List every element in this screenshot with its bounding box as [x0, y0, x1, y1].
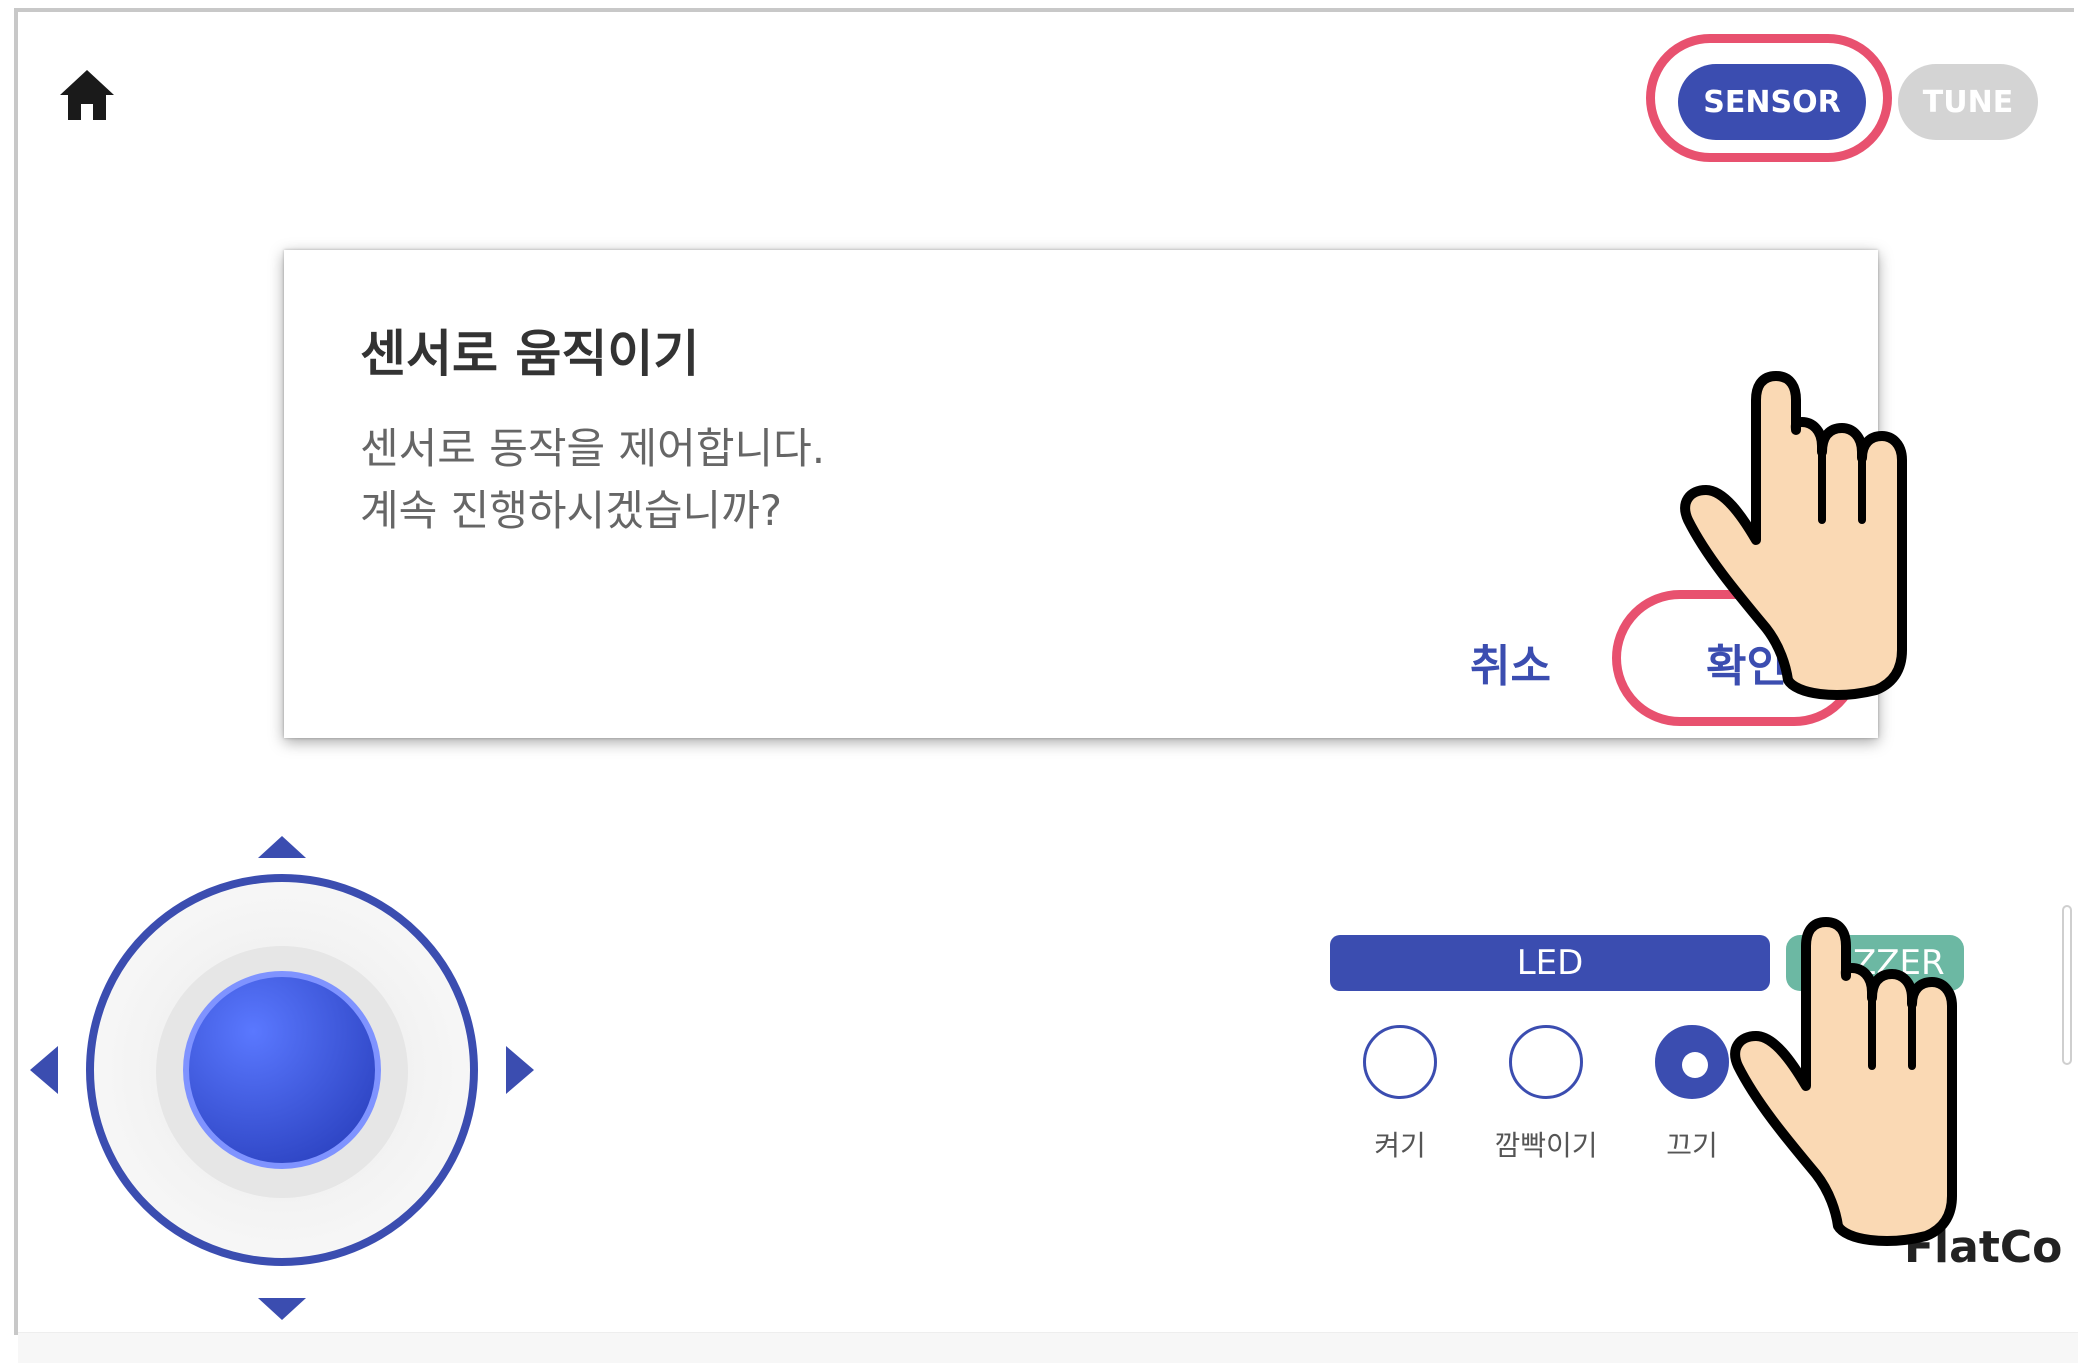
pointing-hand-icon	[1730, 917, 1957, 1246]
led-on-radio[interactable]	[1363, 1025, 1437, 1099]
right-arrow-icon[interactable]	[506, 1046, 534, 1094]
joystick-knob[interactable]	[183, 971, 381, 1169]
led-on-label: 켜기	[1374, 1129, 1426, 1162]
led-off-radio[interactable]	[1655, 1025, 1729, 1099]
led-blink-radio[interactable]	[1509, 1025, 1583, 1099]
joystick[interactable]	[30, 818, 550, 1328]
scrollbar[interactable]	[2062, 905, 2072, 1065]
home-icon[interactable]	[58, 68, 116, 122]
dialog-message-line-2: 계속 진행하시겠습니까?	[360, 486, 783, 535]
tab-led[interactable]: LED	[1330, 935, 1770, 991]
up-arrow-icon[interactable]	[258, 836, 306, 858]
pointing-hand-icon	[1680, 371, 1907, 700]
led-blink-label: 깜빡이기	[1494, 1129, 1598, 1162]
left-arrow-icon[interactable]	[30, 1046, 58, 1094]
bottom-bar	[18, 1332, 2078, 1363]
cancel-button[interactable]: 취소	[1470, 630, 1551, 694]
tune-mode-button[interactable]: TUNE	[1898, 64, 2038, 140]
dialog-message: 센서로 동작을 제어합니다. 계속 진행하시겠습니까?	[360, 418, 825, 542]
down-arrow-icon[interactable]	[258, 1298, 306, 1320]
dialog-title: 센서로 움직이기	[360, 325, 700, 383]
sensor-button-highlight	[1646, 34, 1892, 162]
dialog-message-line-1: 센서로 동작을 제어합니다.	[360, 424, 826, 473]
